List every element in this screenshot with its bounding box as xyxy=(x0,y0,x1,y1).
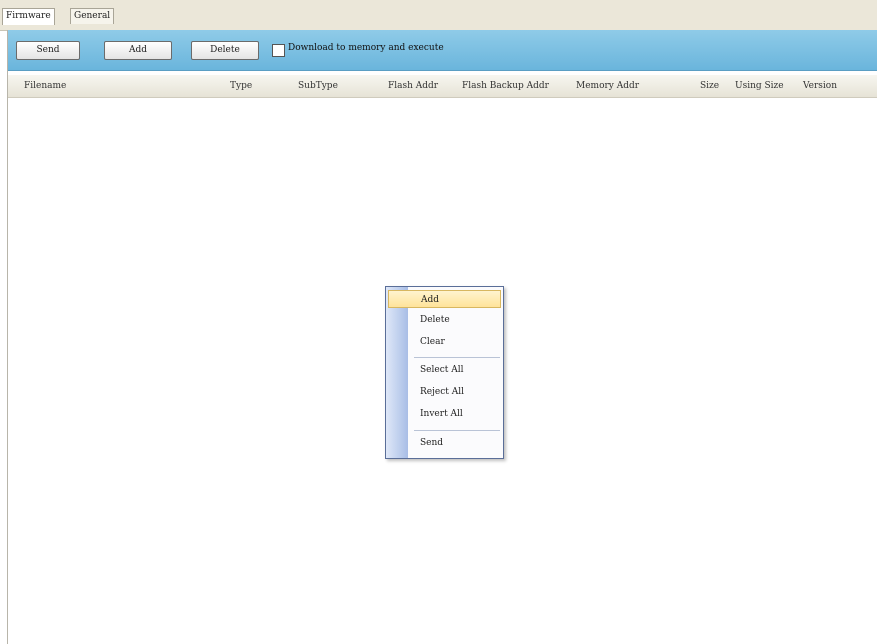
delete-button[interactable]: Delete xyxy=(191,41,259,60)
menu-item-send[interactable]: Send xyxy=(388,434,501,452)
menu-item-label: Select All xyxy=(420,365,464,375)
tab-firmware[interactable]: Firmware xyxy=(2,8,55,25)
menu-item-invert-all[interactable]: Invert All xyxy=(388,405,501,423)
context-menu: Add Delete Clear Select All Reject All I… xyxy=(385,286,504,459)
add-button[interactable]: Add xyxy=(104,41,172,60)
column-subtype[interactable]: SubType xyxy=(298,81,338,91)
tab-strip: Firmware General xyxy=(0,0,877,31)
menu-item-label: Send xyxy=(420,438,444,448)
tab-general[interactable]: General xyxy=(70,8,115,24)
column-version[interactable]: Version xyxy=(803,81,837,91)
menu-item-label: Reject All xyxy=(420,387,464,397)
column-flash-addr[interactable]: Flash Addr xyxy=(388,81,438,91)
menu-separator xyxy=(414,357,500,358)
column-using-size[interactable]: Using Size xyxy=(735,81,784,91)
menu-item-select-all[interactable]: Select All xyxy=(388,361,501,379)
menu-item-label: Invert All xyxy=(420,409,463,419)
menu-item-label: Add xyxy=(421,295,440,305)
column-filename[interactable]: Filename xyxy=(24,81,66,91)
menu-item-add[interactable]: Add xyxy=(388,290,501,308)
menu-item-clear[interactable]: Clear xyxy=(388,333,501,351)
menu-item-delete[interactable]: Delete xyxy=(388,311,501,329)
menu-item-reject-all[interactable]: Reject All xyxy=(388,383,501,401)
column-flash-backup-addr[interactable]: Flash Backup Addr xyxy=(462,81,549,91)
download-execute-checkbox[interactable] xyxy=(272,44,285,57)
send-button[interactable]: Send xyxy=(16,41,80,60)
menu-item-label: Clear xyxy=(420,337,445,347)
column-size[interactable]: Size xyxy=(700,81,719,91)
download-execute-label: Download to memory and execute xyxy=(288,43,444,53)
menu-separator xyxy=(414,430,500,431)
menu-item-label: Delete xyxy=(420,315,450,325)
column-type[interactable]: Type xyxy=(230,81,252,91)
column-memory-addr[interactable]: Memory Addr xyxy=(576,81,639,91)
toolbar: Send Add Delete Download to memory and e… xyxy=(8,30,877,71)
file-table-header: Filename Type SubType Flash Addr Flash B… xyxy=(8,75,877,98)
